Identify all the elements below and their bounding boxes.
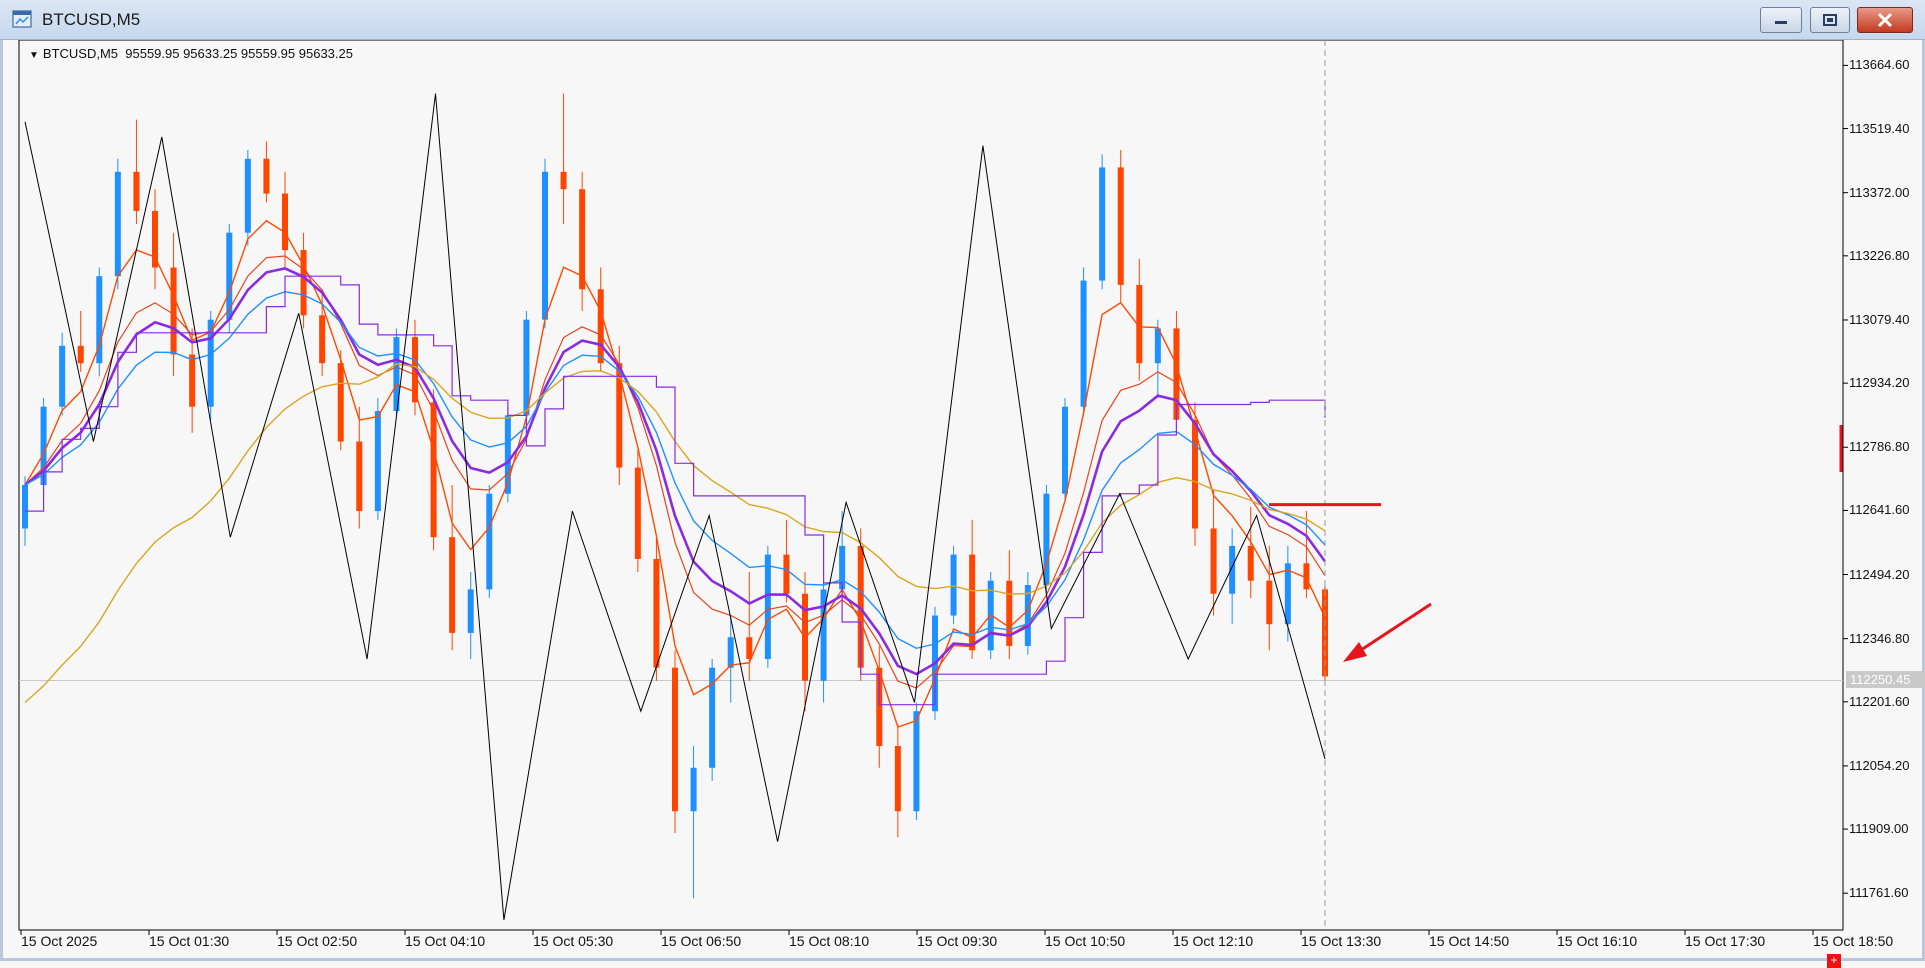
candle-bull <box>22 485 28 529</box>
window-title: BTCUSD,M5 <box>42 10 141 29</box>
candle-bear <box>1117 167 1124 285</box>
time-axis-label: 15 Oct 2025 <box>21 933 98 949</box>
candle-bull <box>542 171 548 320</box>
candle-bear <box>189 354 196 407</box>
maximize-button[interactable] <box>1810 7 1850 33</box>
candle-bear <box>356 441 363 512</box>
minimize-button[interactable] <box>1760 7 1802 33</box>
current-price-tag: 112250.45 <box>1846 671 1925 688</box>
candle-bear <box>133 171 140 211</box>
candle-bull <box>913 711 920 812</box>
time-axis-label: 15 Oct 05:30 <box>533 933 614 949</box>
collapse-triangle-icon[interactable]: ▼ <box>29 50 39 61</box>
time-axis-label: 15 Oct 08:10 <box>789 933 870 949</box>
candle-bear <box>653 558 660 668</box>
maximize-icon <box>1823 14 1837 26</box>
candle-bull <box>690 767 697 812</box>
time-axis-label: 15 Oct 17:30 <box>1685 933 1766 949</box>
candle-bull <box>486 493 493 590</box>
close-icon <box>1877 12 1893 28</box>
candle-bear <box>672 667 678 812</box>
chart-window[interactable]: ▼ BTCUSD,M5 95559.95 95633.25 95559.95 95… <box>0 40 1925 968</box>
price-axis-label: 113372.00 <box>1849 184 1910 200</box>
chart-header: ▼ BTCUSD,M5 95559.95 95633.25 95559.95 95… <box>29 46 353 61</box>
candle-bear <box>1247 545 1254 581</box>
chart-plot[interactable] <box>3 40 1922 958</box>
candle-bull <box>244 158 251 233</box>
candle-bull <box>950 554 957 616</box>
time-axis-label: 15 Oct 02:50 <box>277 933 358 949</box>
candle-bull <box>374 411 381 512</box>
price-axis-label: 112786.80 <box>1849 439 1910 455</box>
candle-bear <box>77 345 84 364</box>
price-axis-label: 112494.20 <box>1849 566 1910 582</box>
candle-bull <box>1080 280 1087 407</box>
price-axis-label: 112346.80 <box>1849 630 1910 646</box>
plot-area <box>18 40 1844 931</box>
candle-bear <box>337 363 344 442</box>
candle-bear <box>263 158 270 194</box>
candle-bear <box>579 189 586 290</box>
candle-bull <box>1099 167 1106 281</box>
candle-bear <box>634 467 641 559</box>
candle-bear <box>1210 528 1217 594</box>
candle-bull <box>467 589 474 633</box>
time-axis-label: 15 Oct 09:30 <box>917 933 998 949</box>
time-axis-label: 15 Oct 12:10 <box>1173 933 1254 949</box>
price-axis-label: 113079.40 <box>1849 311 1910 327</box>
price-axis-label: 113664.60 <box>1849 57 1910 73</box>
candle-bear <box>170 267 177 355</box>
time-axis-label: 15 Oct 14:50 <box>1429 933 1510 949</box>
minimize-icon <box>1775 21 1787 24</box>
candle-bear <box>430 402 437 538</box>
candle-bear <box>783 554 790 594</box>
window-titlebar: BTCUSD,M5 <box>0 0 1925 40</box>
candle-bear <box>282 193 288 251</box>
candle-bull <box>523 319 530 416</box>
time-axis-label: 15 Oct 16:10 <box>1557 933 1638 949</box>
price-axis-label: 112641.60 <box>1849 502 1910 518</box>
price-axis-label: 113519.40 <box>1849 120 1910 136</box>
price-axis-label: 112054.20 <box>1849 757 1910 773</box>
candle-bull <box>1062 406 1068 494</box>
candle-bear <box>1266 580 1273 625</box>
time-axis-label: 15 Oct 06:50 <box>661 933 742 949</box>
candle-bull <box>1284 563 1291 625</box>
plus-icon[interactable]: + <box>1827 954 1841 968</box>
candle-bear <box>597 289 604 364</box>
candle-bear <box>560 171 567 190</box>
app-icon <box>12 10 32 28</box>
time-axis-label: 15 Oct 01:30 <box>149 933 230 949</box>
time-axis-label: 15 Oct 18:50 <box>1813 933 1894 949</box>
candle-bear <box>152 210 158 268</box>
candle-bull <box>1043 493 1050 586</box>
candle-bull <box>1154 328 1161 364</box>
price-axis-label: 112201.60 <box>1849 693 1910 709</box>
candle-bull <box>59 345 66 407</box>
price-axis-label: 113226.80 <box>1849 247 1910 263</box>
time-axis-label: 15 Oct 13:30 <box>1301 933 1382 949</box>
candle-bull <box>1229 545 1236 594</box>
chart-symbol-ohlc: BTCUSD,M5 95559.95 95633.25 95559.95 956… <box>42 46 353 61</box>
time-axis-label: 15 Oct 04:10 <box>405 933 486 949</box>
candle-bear <box>319 315 326 364</box>
price-axis-label: 112934.20 <box>1849 375 1910 391</box>
candle-bear <box>746 637 753 659</box>
time-axis-label: 15 Oct 10:50 <box>1045 933 1126 949</box>
candle-bull <box>727 637 734 668</box>
candle-bull <box>764 554 771 659</box>
price-axis-label: 111909.00 <box>1849 821 1909 837</box>
candle-bull <box>114 171 121 277</box>
candle-bear <box>300 250 307 316</box>
candle-bear <box>894 746 901 812</box>
close-button[interactable] <box>1857 7 1913 33</box>
candle-bear <box>449 537 456 633</box>
price-axis-label: 111761.60 <box>1849 885 1909 901</box>
